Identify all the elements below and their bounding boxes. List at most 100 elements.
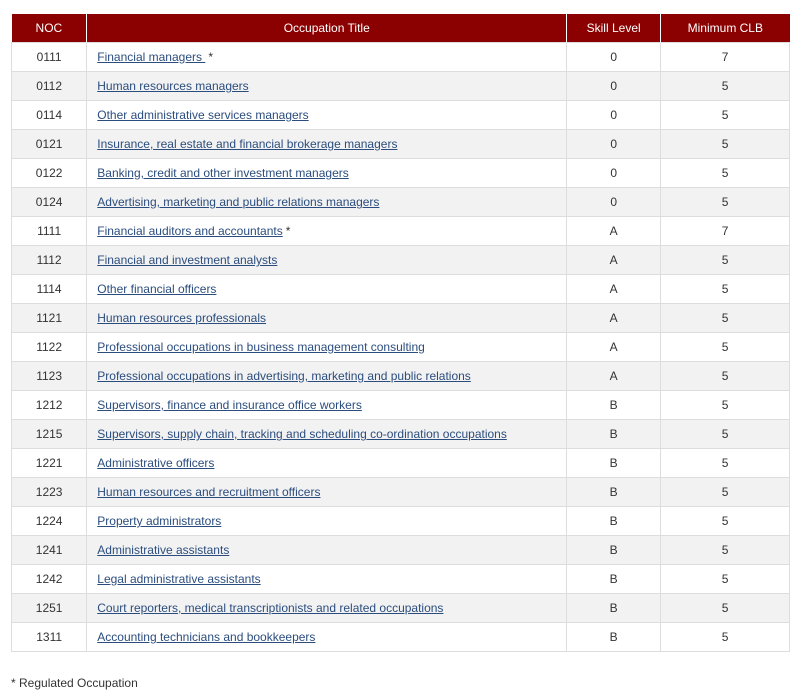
skill-level-cell: A [566,274,662,304]
occupation-title-cell: Financial and investment analysts [86,245,568,275]
occupation-link[interactable]: Financial and investment analysts [97,253,277,267]
table-header-row: NOC Occupation Title Skill Level Minimum… [11,14,790,43]
table-row: 1221 Administrative officers B 5 [10,448,790,478]
table-row: 1224 Property administrators B 5 [10,506,790,536]
noc-code-cell: 1114 [10,274,88,304]
occupation-link[interactable]: Supervisors, finance and insurance offic… [97,398,362,412]
minimum-clb-cell: 5 [660,361,790,391]
skill-level-cell: 0 [566,71,662,101]
skill-level-cell: B [566,535,662,565]
occupation-title-cell: Other financial officers [86,274,568,304]
noc-code-cell: 1223 [10,477,88,507]
occupation-title-cell: Other administrative services managers [86,100,568,130]
occupation-link[interactable]: Human resources managers [97,79,248,93]
noc-code-cell: 0122 [10,158,88,188]
noc-code-cell: 0121 [10,129,88,159]
occupation-title-cell: Advertising, marketing and public relati… [86,187,568,217]
minimum-clb-cell: 5 [660,71,790,101]
skill-level-cell: B [566,477,662,507]
column-header-occupation-title[interactable]: Occupation Title [86,14,568,43]
column-header-noc[interactable]: NOC [11,14,88,43]
noc-code-cell: 1212 [10,390,88,420]
minimum-clb-cell: 5 [660,448,790,478]
occupation-title-cell: Court reporters, medical transcriptionis… [86,593,568,623]
noc-code-cell: 0111 [10,42,88,72]
skill-level-cell: 0 [566,100,662,130]
regulated-marker: * [285,224,291,238]
minimum-clb-cell: 5 [660,477,790,507]
table-row: 0114 Other administrative services manage… [10,100,790,130]
occupation-link[interactable]: Supervisors, supply chain, tracking and … [97,427,507,441]
noc-code-cell: 1251 [10,593,88,623]
table-row: 1212 Supervisors, finance and insurance o… [10,390,790,420]
occupation-title-cell: Supervisors, supply chain, tracking and … [86,419,568,449]
occupation-table: NOC Occupation Title Skill Level Minimum… [10,14,790,652]
skill-level-cell: B [566,564,662,594]
occupation-title-cell: Financial auditors and accountants * [86,216,568,246]
occupation-link[interactable]: Other financial officers [97,282,216,296]
noc-code-cell: 1111 [10,216,88,246]
minimum-clb-cell: 5 [660,564,790,594]
occupation-title-cell: Supervisors, finance and insurance offic… [86,390,568,420]
noc-code-cell: 1311 [10,622,88,652]
column-header-skill-level[interactable]: Skill Level [566,14,662,43]
table-row: 1251 Court reporters, medical transcripti… [10,593,790,623]
table-row: 1215 Supervisors, supply chain, tracking … [10,419,790,449]
minimum-clb-cell: 5 [660,187,790,217]
occupation-link[interactable]: Financial auditors and accountants [97,224,282,238]
occupation-link[interactable]: Human resources and recruitment officers [97,485,320,499]
occupation-title-cell: Financial managers * [86,42,568,72]
minimum-clb-cell: 7 [660,216,790,246]
occupation-link[interactable]: Professional occupations in business man… [97,340,425,354]
skill-level-cell: B [566,448,662,478]
noc-code-cell: 1242 [10,564,88,594]
minimum-clb-cell: 5 [660,100,790,130]
occupation-link[interactable]: Administrative assistants [97,543,229,557]
minimum-clb-cell: 5 [660,245,790,275]
noc-code-cell: 0112 [10,71,88,101]
occupation-title-cell: Administrative assistants [86,535,568,565]
column-header-minimum-clb[interactable]: Minimum CLB [660,14,790,43]
noc-code-cell: 1123 [10,361,88,391]
table-row: 1122 Professional occupations in business… [10,332,790,362]
occupation-link[interactable]: Professional occupations in advertising,… [97,369,471,383]
occupation-link[interactable]: Human resources professionals [97,311,266,325]
noc-code-cell: 0114 [10,100,88,130]
skill-level-cell: 0 [566,42,662,72]
occupation-title-cell: Legal administrative assistants [86,564,568,594]
occupation-title-cell: Human resources professionals [86,303,568,333]
noc-code-cell: 1215 [10,419,88,449]
occupation-title-cell: Property administrators [86,506,568,536]
occupation-link[interactable]: Accounting technicians and bookkeepers [97,630,315,644]
skill-level-cell: B [566,593,662,623]
skill-level-cell: B [566,622,662,652]
table-row: 0124 Advertising, marketing and public re… [10,187,790,217]
occupation-link[interactable]: Other administrative services managers [97,108,308,122]
skill-level-cell: B [566,390,662,420]
table-row: 1112 Financial and investment analysts A 5 [10,245,790,275]
noc-code-cell: 1122 [10,332,88,362]
occupation-link[interactable]: Court reporters, medical transcriptionis… [97,601,443,615]
minimum-clb-cell: 5 [660,593,790,623]
occupation-link[interactable]: Administrative officers [97,456,214,470]
minimum-clb-cell: 5 [660,390,790,420]
occupation-link[interactable]: Property administrators [97,514,221,528]
table-body: 0111 Financial managers * 0 7 0112 Human reso… [10,42,790,652]
occupation-link[interactable]: Advertising, marketing and public relati… [97,195,379,209]
minimum-clb-cell: 5 [660,274,790,304]
occupation-title-cell: Banking, credit and other investment man… [86,158,568,188]
skill-level-cell: 0 [566,129,662,159]
occupation-link[interactable]: Financial managers [97,50,205,64]
noc-code-cell: 1241 [10,535,88,565]
minimum-clb-cell: 5 [660,535,790,565]
occupation-title-cell: Human resources managers [86,71,568,101]
skill-level-cell: B [566,419,662,449]
minimum-clb-cell: 5 [660,158,790,188]
occupation-link[interactable]: Legal administrative assistants [97,572,260,586]
table-row: 1223 Human resources and recruitment offi… [10,477,790,507]
occupation-link[interactable]: Banking, credit and other investment man… [97,166,348,180]
skill-level-cell: A [566,361,662,391]
occupation-link[interactable]: Insurance, real estate and financial bro… [97,137,397,151]
footnote-regulated-occupation: * Regulated Occupation [11,676,138,690]
table-row: 1121 Human resources professionals A 5 [10,303,790,333]
